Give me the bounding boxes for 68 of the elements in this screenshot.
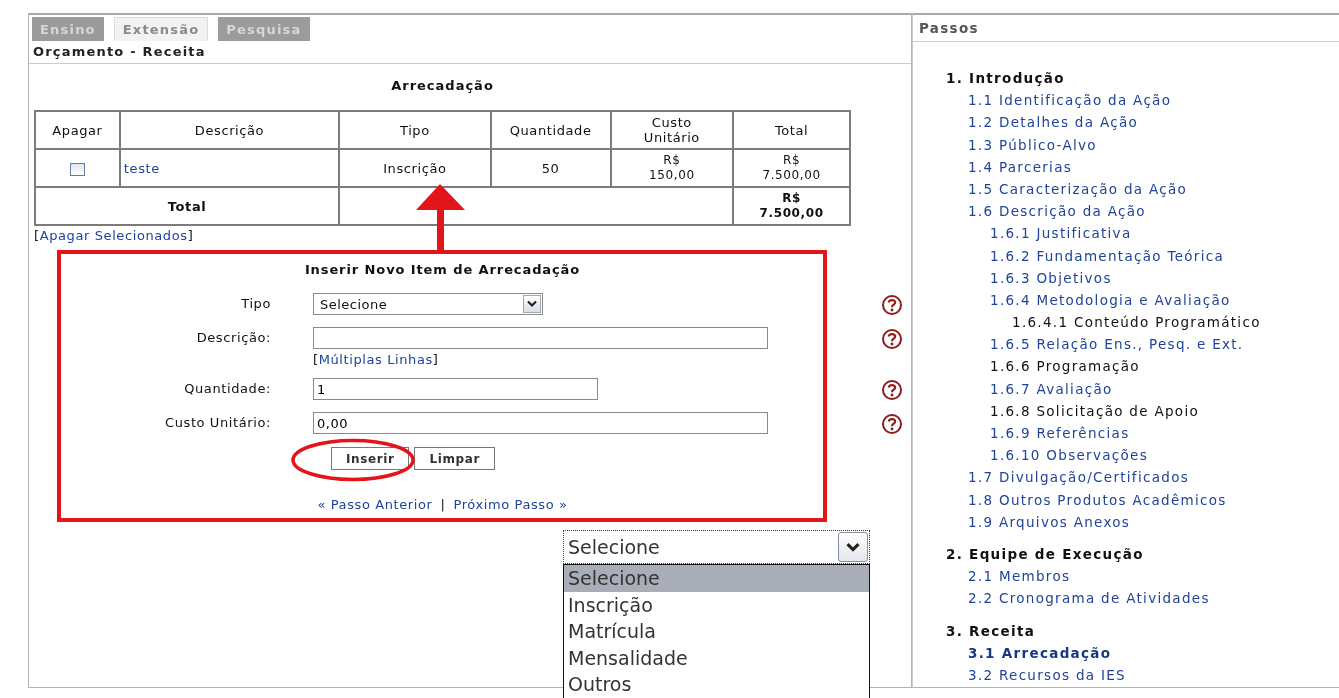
step-link[interactable]: 1.8 Outros Produtos Acadêmicos <box>946 488 1339 511</box>
column-header: Apagar <box>35 111 120 149</box>
step-link[interactable]: 3.2 Recursos da IES <box>946 663 1339 687</box>
total-value: R$ 7.500,00 <box>733 187 850 225</box>
dropdown-option[interactable]: Outros <box>564 671 869 698</box>
bracket: ] <box>432 352 439 367</box>
field-label: Quantidade: <box>183 380 271 396</box>
separator: | <box>440 497 446 512</box>
form-button[interactable]: Limpar <box>414 447 495 470</box>
form-button[interactable]: Inserir <box>331 447 410 470</box>
step-link[interactable]: 1.6.10 Observações <box>946 444 1339 467</box>
step-link[interactable]: 1.9 Arquivos Anexos <box>946 510 1339 533</box>
column-header: Tipo <box>339 111 491 149</box>
input-field[interactable]: 1 <box>313 378 598 400</box>
bracket: ] <box>187 228 194 243</box>
step-link[interactable]: 1.4 Parcerias <box>946 155 1339 178</box>
form-title: Inserir Novo Item de Arrecadação <box>303 262 582 277</box>
step-link[interactable]: 2.2 Cronograma de Atividades <box>946 587 1339 610</box>
column-header: Descrição <box>119 111 340 149</box>
page-title: Orçamento - Receita <box>29 41 911 64</box>
column-header: Total <box>733 111 850 149</box>
step-link: 1.6.8 Solicitação de Apoio <box>989 401 1200 421</box>
step-link[interactable]: 1.3 Público-Alvo <box>946 133 1339 156</box>
step-link[interactable]: 1.6.7 Avaliação <box>946 377 1339 400</box>
table-cell: R$ 7.500,00 <box>733 149 850 187</box>
dropdown-option[interactable]: Inscrição <box>564 591 869 618</box>
previous-step-link[interactable]: « Passo Anterior <box>317 497 433 512</box>
step-link[interactable]: 3.1 Arrecadação <box>946 641 1339 664</box>
bracket: [ <box>313 352 319 367</box>
section-heading: 1. Introdução <box>946 69 1066 88</box>
field-label: Tipo <box>240 295 271 311</box>
bracket: [ <box>34 228 40 243</box>
step-link[interactable]: 1.6 Descrição da Ação <box>946 200 1339 223</box>
step-link[interactable]: 2.1 Membros <box>946 565 1339 588</box>
description-link[interactable]: teste <box>123 160 160 176</box>
step-link[interactable]: 1.6.9 Referências <box>946 422 1339 445</box>
step-link[interactable]: 1.6.3 Objetivos <box>946 266 1339 289</box>
next-step-link[interactable]: Próximo Passo » <box>453 497 568 512</box>
column-header: Quantidade <box>490 111 611 149</box>
step-link[interactable]: 1.2 Detalhes da Ação <box>946 111 1339 134</box>
table-cell: R$ 150,00 <box>610 149 734 187</box>
dropdown-option[interactable]: Matrícula <box>564 618 869 645</box>
step-link[interactable]: 1.5 Caracterização da Ação <box>946 177 1339 201</box>
dropdown-option[interactable]: Selecione <box>564 565 869 592</box>
step-link[interactable]: 1.6.2 Fundamentação Teórica <box>946 244 1339 267</box>
total-label: Total <box>35 187 340 225</box>
field-label: Descrição: <box>195 329 271 345</box>
dropdown-option[interactable]: Mensalidade <box>564 644 869 671</box>
dropdown-field[interactable]: Selecione <box>563 530 870 564</box>
section-heading: 2. Equipe de Execução <box>946 544 1145 564</box>
step-link[interactable]: 1.6.4 Metodologia e Avaliação <box>946 288 1339 312</box>
step-link: 1.6.6 Programação <box>989 357 1141 377</box>
field-label: Custo Unitário: <box>164 414 271 430</box>
step-link: 1.6.4.1 Conteúdo Programático <box>1011 313 1262 333</box>
section-heading: 3. Receita <box>946 621 1037 641</box>
step-link[interactable]: 1.6.5 Relação Ens., Pesq. e Ext. <box>946 333 1339 356</box>
table-cell: Inscrição <box>339 149 491 187</box>
table-cell: 50 <box>490 149 611 187</box>
step-link[interactable]: 1.1 Identificação da Ação <box>946 89 1339 112</box>
column-header: Custo Unitário <box>610 111 734 149</box>
step-link[interactable]: 1.7 Divulgação/Certificados <box>946 466 1339 489</box>
table-title: Arrecadação <box>390 78 495 93</box>
delete-selected-link[interactable]: Apagar Selecionados <box>39 228 188 243</box>
step-link[interactable]: 1.6.1 Justificativa <box>946 222 1339 245</box>
type-select[interactable]: Selecione <box>313 293 543 315</box>
panel-title: Passos <box>913 15 1339 42</box>
input-field[interactable]: 0,00 <box>313 412 768 434</box>
multiple-lines-link[interactable]: Múltiplas Linhas <box>318 352 433 367</box>
